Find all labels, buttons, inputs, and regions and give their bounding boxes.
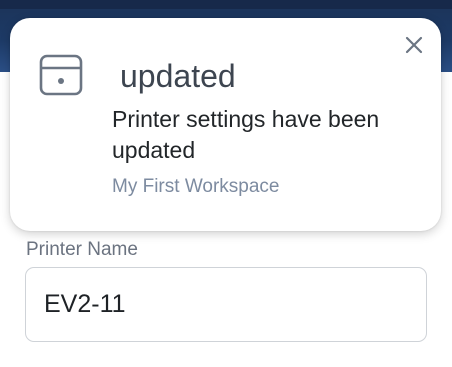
app-header-stripe: [0, 0, 452, 9]
toast-workspace-link[interactable]: My First Workspace: [112, 175, 280, 199]
printer-name-input[interactable]: [25, 267, 427, 342]
toast-message: Printer settings have been updated: [112, 106, 380, 163]
toast-notification: updated Printer settings have been updat…: [10, 18, 441, 231]
close-button[interactable]: [401, 34, 427, 60]
printer-icon: [38, 52, 84, 98]
toast-title: updated: [120, 58, 236, 94]
printer-name-label: Printer Name: [26, 239, 138, 260]
page: updated Printer settings have been updat…: [0, 0, 452, 367]
close-icon: [405, 36, 423, 59]
